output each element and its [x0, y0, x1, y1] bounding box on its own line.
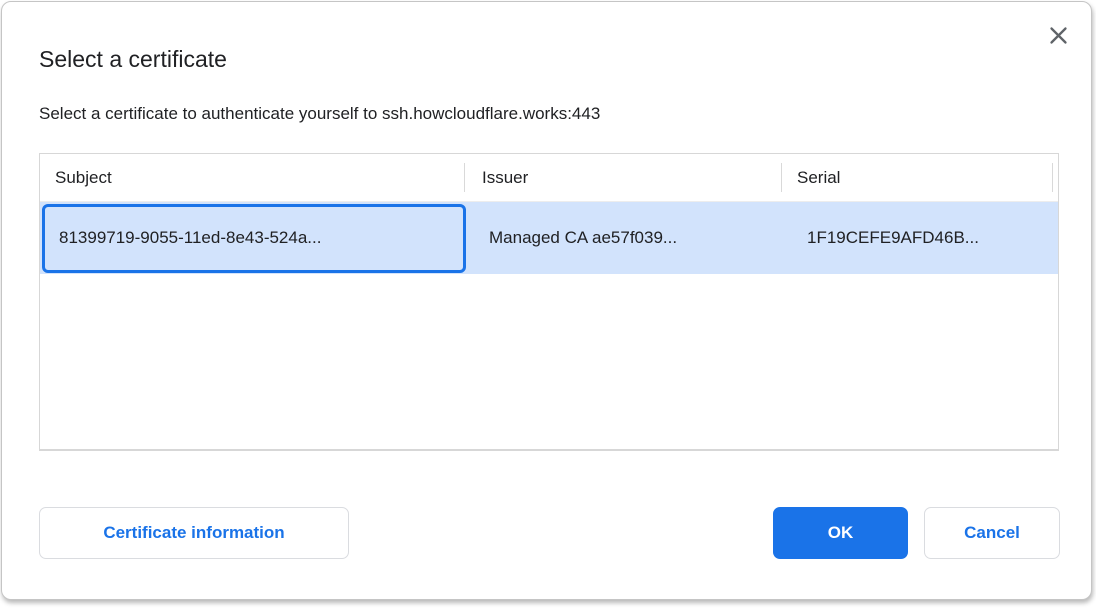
cell-serial[interactable]: 1F19CEFE9AFD46B...: [781, 202, 1058, 274]
table-header: Subject Issuer Serial: [40, 154, 1058, 202]
cell-issuer[interactable]: Managed CA ae57f039...: [464, 202, 781, 274]
cell-subject[interactable]: 81399719-9055-11ed-8e43-524a...: [40, 202, 464, 274]
column-header-serial: Serial: [781, 154, 1058, 201]
cancel-button[interactable]: Cancel: [924, 507, 1060, 559]
dialog-title: Select a certificate: [39, 46, 227, 73]
dialog-subtitle: Select a certificate to authenticate you…: [39, 104, 600, 124]
certificate-select-dialog: Select a certificate Select a certificat…: [1, 1, 1092, 600]
certificate-row[interactable]: 81399719-9055-11ed-8e43-524a... Managed …: [40, 202, 1058, 274]
close-button[interactable]: [1041, 18, 1075, 52]
certificate-table: Subject Issuer Serial 81399719-9055-11ed…: [39, 153, 1059, 451]
column-header-issuer: Issuer: [464, 154, 781, 201]
column-divider: [1052, 163, 1053, 192]
certificate-information-button[interactable]: Certificate information: [39, 507, 349, 559]
column-header-subject: Subject: [40, 154, 464, 201]
close-icon: [1049, 26, 1068, 45]
ok-button[interactable]: OK: [773, 507, 908, 559]
